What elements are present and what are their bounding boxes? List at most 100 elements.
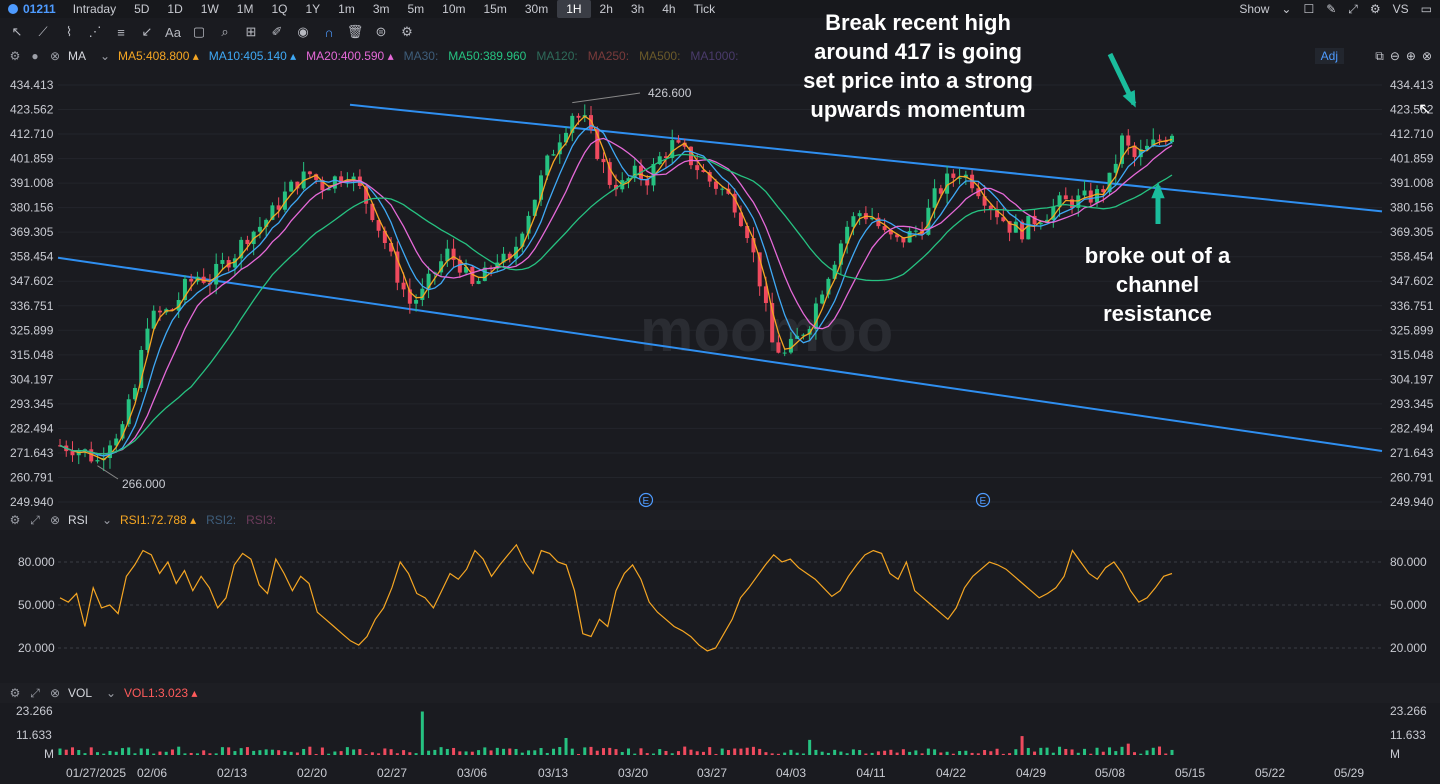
timeframe-4h[interactable]: 4h	[653, 0, 684, 18]
timeframe-1m[interactable]: 1M	[228, 0, 263, 18]
timeframe-1q[interactable]: 1Q	[262, 0, 296, 18]
volume-bar	[1058, 746, 1062, 755]
timeframe-10m[interactable]: 10m	[433, 0, 474, 18]
symbol-icon	[8, 4, 18, 14]
y-tick-right: 282.494	[1390, 421, 1434, 435]
y-tick-right: 293.345	[1390, 397, 1434, 411]
volume-chart[interactable]: 23.266 23.266 11.633 11.633 M M 01/27/2025 02/0…	[0, 683, 1440, 784]
volume-bar	[683, 746, 687, 755]
symbol-tag[interactable]: 01211	[0, 2, 64, 16]
volume-bar	[820, 751, 824, 755]
volume-bar	[814, 749, 818, 755]
y-tick-right: 304.197	[1390, 372, 1434, 386]
checkbox-icon[interactable]: ☐	[1303, 2, 1314, 16]
volume-bar	[789, 749, 793, 755]
timeframe-1d[interactable]: 1D	[158, 0, 191, 18]
timeframe-intraday[interactable]: Intraday	[64, 0, 125, 18]
timeframe-1y[interactable]: 1Y	[296, 0, 329, 18]
volume-bar	[433, 749, 437, 755]
pattern-icon[interactable]: ⋰	[84, 21, 106, 43]
settings-icon[interactable]: ⚙	[1370, 2, 1381, 16]
eye-icon[interactable]: ◉	[292, 21, 314, 43]
measure-icon[interactable]: ⊞	[240, 21, 262, 43]
vs-button[interactable]: VS	[1393, 2, 1409, 16]
volume-bar	[1170, 749, 1174, 755]
volume-bar	[502, 748, 506, 755]
fibonacci-icon[interactable]: ≡	[110, 21, 132, 43]
arrow-tool-icon[interactable]: ↙	[136, 21, 158, 43]
volume-bar	[183, 753, 187, 755]
volume-bar	[914, 750, 918, 755]
timeframe-3h[interactable]: 3h	[622, 0, 653, 18]
show-dropdown[interactable]: Show	[1239, 2, 1269, 16]
volume-bar	[283, 751, 287, 755]
comment-icon[interactable]: ▢	[188, 21, 210, 43]
y-tick-left: 325.899	[10, 323, 54, 337]
volume-bar	[383, 748, 387, 755]
layers-icon[interactable]: ⊜	[370, 21, 392, 43]
zoom-icon[interactable]: ⌕	[214, 21, 236, 43]
volume-bar	[445, 748, 449, 755]
timeframe-15m[interactable]: 15m	[475, 0, 516, 18]
cursor-icon[interactable]: ↖	[6, 21, 28, 43]
annotation-channel-breakout: broke out of a channel resistance	[1084, 243, 1231, 326]
pen-icon[interactable]: ✎	[1326, 2, 1336, 16]
volume-bar	[95, 752, 99, 755]
trash-icon[interactable]: 🗑	[344, 21, 366, 43]
magnet-icon[interactable]: ∩	[318, 21, 340, 43]
volume-bar	[120, 748, 124, 755]
volume-bar	[220, 747, 224, 755]
gear-icon[interactable]: ⚙	[396, 21, 418, 43]
expand-icon[interactable]: ⤢	[1348, 2, 1358, 17]
candle-body	[245, 239, 250, 245]
timeframe-2h[interactable]: 2h	[591, 0, 622, 18]
volume-bar	[164, 751, 168, 755]
brush-icon[interactable]: ✐	[266, 21, 288, 43]
candle-body	[720, 188, 725, 190]
volume-bar	[633, 753, 637, 755]
volume-bar	[145, 748, 149, 755]
volume-bar	[701, 751, 705, 755]
y-tick-left: 391.008	[10, 176, 54, 190]
timeframe-5d[interactable]: 5D	[125, 0, 158, 18]
candle-body	[951, 173, 956, 178]
y-tick-left: 412.710	[10, 127, 54, 141]
timeframe-1m[interactable]: 1m	[329, 0, 364, 18]
volume-bar	[883, 750, 887, 755]
volume-bar	[352, 749, 356, 755]
volume-bar	[733, 748, 737, 755]
panel-icon[interactable]: ▭	[1421, 2, 1432, 16]
volume-bar	[808, 739, 812, 755]
y-tick-left: 423.562	[10, 103, 54, 117]
volume-bar	[758, 748, 762, 755]
volume-bar	[739, 748, 743, 755]
timeframe-5m[interactable]: 5m	[398, 0, 433, 18]
timeframe-1w[interactable]: 1W	[192, 0, 228, 18]
volume-bar	[1039, 747, 1043, 755]
rsi-chart[interactable]: 80.000 80.000 50.000 50.000 20.000 20.000	[0, 510, 1440, 683]
volume-bar	[102, 753, 106, 755]
timeframe-3m[interactable]: 3m	[364, 0, 399, 18]
volume-bar	[770, 753, 774, 755]
candle-body	[851, 216, 856, 227]
volume-bar	[1014, 749, 1018, 755]
volume-bar	[577, 754, 581, 755]
volume-bar	[108, 750, 112, 755]
volume-bar	[602, 748, 606, 755]
volume-bar	[364, 753, 368, 755]
y-tick-right: 412.710	[1390, 127, 1434, 141]
text-tool-icon[interactable]: Aa	[162, 21, 184, 43]
timeframe-1h[interactable]: 1H	[557, 0, 591, 18]
candle-body	[1063, 195, 1068, 200]
y-tick-right: 336.751	[1390, 299, 1434, 313]
volume-bar	[626, 748, 630, 755]
candle-body	[776, 342, 781, 353]
timeframe-tick[interactable]: Tick	[685, 0, 725, 18]
x-tick-label: 03/20	[618, 766, 648, 780]
trendline-icon[interactable]: ⟋	[32, 21, 54, 43]
candle-body	[945, 173, 950, 194]
polyline-icon[interactable]: ⌇	[58, 21, 80, 43]
y-tick-left: 315.048	[10, 348, 54, 362]
y-tick-left: 249.940	[10, 495, 54, 509]
timeframe-30m[interactable]: 30m	[516, 0, 557, 18]
